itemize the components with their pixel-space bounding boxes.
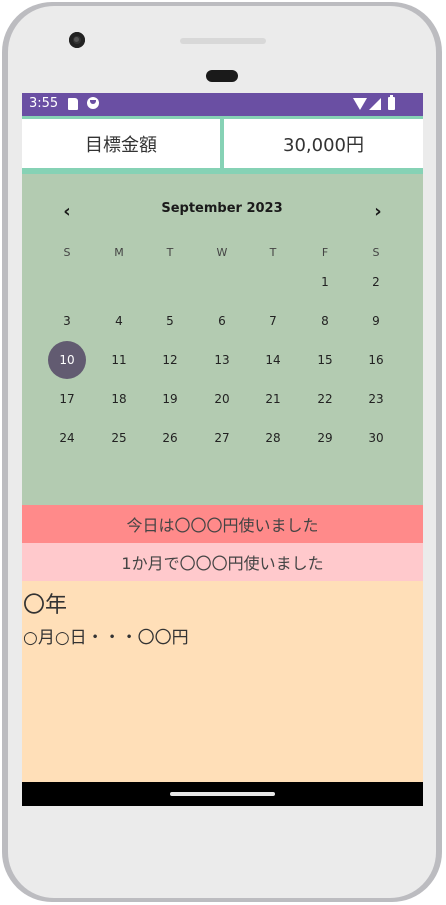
status-bar: 3:55 bbox=[22, 93, 423, 116]
calendar-day[interactable]: 27 bbox=[202, 419, 242, 457]
weekday-label: T bbox=[269, 246, 277, 259]
calendar-day[interactable]: 13 bbox=[202, 341, 242, 379]
goal-label: 目標金額 bbox=[22, 119, 220, 168]
calendar-day[interactable]: 29 bbox=[305, 419, 345, 457]
calendar-day[interactable]: 20 bbox=[202, 380, 242, 418]
calendar-day[interactable]: 12 bbox=[150, 341, 190, 379]
calendar-day[interactable]: 24 bbox=[47, 419, 87, 457]
weekday-label: F bbox=[321, 246, 329, 259]
signal-icon bbox=[369, 98, 381, 110]
weekday-label: W bbox=[216, 246, 228, 259]
calendar-month-title: September 2023 bbox=[161, 201, 283, 216]
earpiece bbox=[206, 70, 238, 82]
chevron-right-icon[interactable]: › bbox=[367, 200, 389, 222]
calendar-day[interactable]: 9 bbox=[356, 302, 396, 340]
calendar-day[interactable]: 2 bbox=[356, 263, 396, 301]
calendar-day[interactable]: 8 bbox=[305, 302, 345, 340]
goal-row: 目標金額 30,000円 bbox=[22, 116, 423, 174]
status-time: 3:55 bbox=[29, 96, 59, 111]
home-gesture-handle[interactable] bbox=[170, 792, 275, 796]
calendar-day[interactable]: 1 bbox=[305, 263, 345, 301]
calendar-day[interactable]: 25 bbox=[99, 419, 139, 457]
month-spending-bar: 1か月で〇〇〇円使いました bbox=[22, 543, 423, 581]
weekday-label: M bbox=[114, 246, 124, 259]
log-year: 〇年 bbox=[23, 593, 68, 618]
weekday-label: S bbox=[372, 246, 380, 259]
calendar-day-selected[interactable]: 10 bbox=[48, 341, 86, 379]
calendar-day[interactable]: 14 bbox=[253, 341, 293, 379]
calendar-day[interactable]: 6 bbox=[202, 302, 242, 340]
weekday-label: T bbox=[166, 246, 174, 259]
calendar-day[interactable]: 22 bbox=[305, 380, 345, 418]
calendar-day[interactable]: 15 bbox=[305, 341, 345, 379]
log-entry: ○月○日・・・〇〇円 bbox=[23, 628, 189, 648]
calendar-day[interactable]: 19 bbox=[150, 380, 190, 418]
speaker-grille bbox=[180, 38, 266, 44]
calendar: ‹ September 2023 › SMTWTFS 1 2 3 4 5 6 7 8 9 10 11… bbox=[22, 174, 423, 505]
wifi-icon bbox=[353, 98, 367, 110]
spending-log: 〇年 ○月○日・・・〇〇円 bbox=[22, 581, 423, 782]
calendar-day[interactable]: 4 bbox=[99, 302, 139, 340]
calendar-day[interactable]: 5 bbox=[150, 302, 190, 340]
calendar-day[interactable]: 23 bbox=[356, 380, 396, 418]
sd-card-icon bbox=[68, 98, 78, 110]
calendar-day[interactable]: 17 bbox=[47, 380, 87, 418]
calendar-day[interactable]: 30 bbox=[356, 419, 396, 457]
goal-amount-field[interactable]: 30,000円 bbox=[224, 119, 423, 168]
calendar-day[interactable]: 3 bbox=[47, 302, 87, 340]
calendar-day[interactable]: 21 bbox=[253, 380, 293, 418]
calendar-day[interactable]: 18 bbox=[99, 380, 139, 418]
front-camera bbox=[69, 32, 85, 48]
face-icon bbox=[87, 97, 99, 109]
weekday-label: S bbox=[63, 246, 71, 259]
chevron-left-icon[interactable]: ‹ bbox=[56, 200, 78, 222]
today-spending-bar: 今日は〇〇〇円使いました bbox=[22, 505, 423, 543]
calendar-day[interactable]: 28 bbox=[253, 419, 293, 457]
calendar-day[interactable]: 7 bbox=[253, 302, 293, 340]
battery-icon bbox=[388, 95, 395, 110]
calendar-day[interactable]: 11 bbox=[99, 341, 139, 379]
system-nav-bar bbox=[22, 782, 423, 806]
calendar-day[interactable]: 16 bbox=[356, 341, 396, 379]
calendar-day[interactable]: 26 bbox=[150, 419, 190, 457]
app-screen: 3:55 目標金額 30,000円 ‹ September 2023 › S M T… bbox=[22, 93, 423, 806]
